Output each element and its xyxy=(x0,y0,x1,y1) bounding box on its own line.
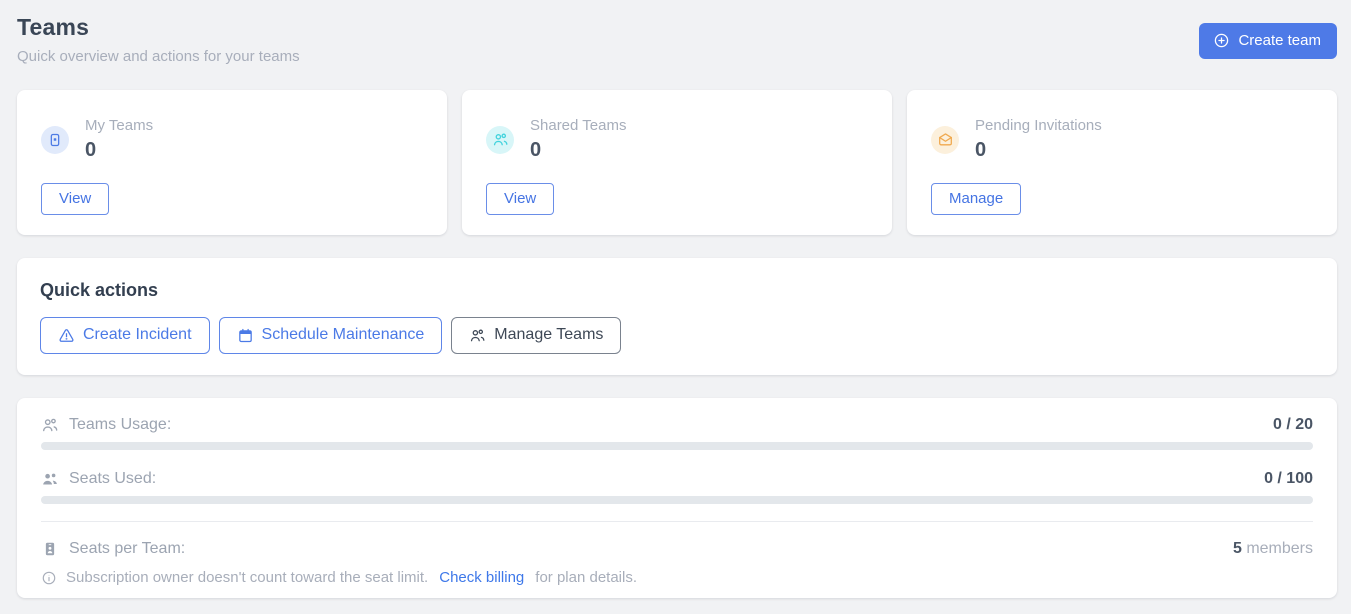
seats-per-team-label: Seats per Team: xyxy=(69,540,185,558)
teams-usage-progress-bar xyxy=(41,442,1313,450)
users-icon xyxy=(469,327,486,344)
stat-text: Pending Invitations 0 xyxy=(975,117,1102,162)
seats-per-team-value: 5 members xyxy=(1233,540,1313,558)
seats-used-label-group: Seats Used: xyxy=(41,470,156,488)
seat-limit-note: Subscription owner doesn't count toward … xyxy=(41,569,1313,586)
usage-card: Teams Usage: 0 / 20 Seats Used: 0 / 100 xyxy=(17,398,1337,598)
stats-row: My Teams 0 View Shared Teams 0 View xyxy=(17,90,1337,235)
quick-actions-title: Quick actions xyxy=(40,280,1314,301)
stat-text: My Teams 0 xyxy=(85,117,153,162)
teams-usage-row: Teams Usage: 0 / 20 xyxy=(41,414,1313,436)
teams-usage-label: Teams Usage: xyxy=(69,416,171,434)
calendar-icon xyxy=(237,327,254,344)
usage-divider xyxy=(41,521,1313,522)
quick-actions-card: Quick actions Create Incident Schedule M… xyxy=(17,258,1337,375)
seats-per-team-suffix: members xyxy=(1246,540,1313,557)
stat-text: Shared Teams 0 xyxy=(530,117,626,162)
view-shared-teams-button[interactable]: View xyxy=(486,183,554,215)
manage-teams-label: Manage Teams xyxy=(494,326,603,344)
create-incident-button[interactable]: Create Incident xyxy=(40,317,210,354)
note-text: Subscription owner doesn't count toward … xyxy=(66,569,428,586)
id-badge-icon xyxy=(41,126,69,154)
page-subtitle: Quick overview and actions for your team… xyxy=(17,48,300,65)
stat-card-pending-invitations: Pending Invitations 0 Manage xyxy=(907,90,1337,235)
create-incident-label: Create Incident xyxy=(83,326,192,344)
stat-label: Pending Invitations xyxy=(975,117,1102,134)
stat-label: Shared Teams xyxy=(530,117,626,134)
stat-card-my-teams: My Teams 0 View xyxy=(17,90,447,235)
view-my-teams-button[interactable]: View xyxy=(41,183,109,215)
stat-top: My Teams 0 xyxy=(41,117,423,162)
seats-per-team-number: 5 xyxy=(1233,540,1242,557)
stat-value: 0 xyxy=(530,139,626,162)
warning-triangle-icon xyxy=(58,327,75,344)
quick-actions-buttons: Create Incident Schedule Maintenance Man… xyxy=(40,317,1314,354)
mail-open-icon xyxy=(931,126,959,154)
seats-per-team-label-group: Seats per Team: xyxy=(41,540,185,558)
info-circle-icon xyxy=(41,570,57,586)
stat-value: 0 xyxy=(975,139,1102,162)
schedule-maintenance-button[interactable]: Schedule Maintenance xyxy=(219,317,443,354)
stat-label: My Teams xyxy=(85,117,153,134)
check-billing-link[interactable]: Check billing xyxy=(439,569,524,586)
seats-used-progress-bar xyxy=(41,496,1313,504)
schedule-maintenance-label: Schedule Maintenance xyxy=(262,326,425,344)
page-title: Teams xyxy=(17,14,300,41)
id-badge-filled-icon xyxy=(41,540,59,558)
create-team-button[interactable]: Create team xyxy=(1199,23,1337,59)
stat-top: Pending Invitations 0 xyxy=(931,117,1313,162)
users-filled-icon xyxy=(41,470,59,488)
seats-used-label: Seats Used: xyxy=(69,470,156,488)
plus-circle-icon xyxy=(1213,32,1230,49)
stat-top: Shared Teams 0 xyxy=(486,117,868,162)
create-team-label: Create team xyxy=(1238,32,1321,49)
seats-used-value: 0 / 100 xyxy=(1264,470,1313,488)
page-header: Teams Quick overview and actions for you… xyxy=(17,14,1337,65)
page-header-text: Teams Quick overview and actions for you… xyxy=(17,14,300,65)
manage-teams-button[interactable]: Manage Teams xyxy=(451,317,621,354)
stat-value: 0 xyxy=(85,139,153,162)
stat-card-shared-teams: Shared Teams 0 View xyxy=(462,90,892,235)
seats-used-row: Seats Used: 0 / 100 xyxy=(41,468,1313,490)
users-outline-icon xyxy=(41,416,59,434)
seats-per-team-row: Seats per Team: 5 members xyxy=(41,538,1313,560)
note-suffix: for plan details. xyxy=(535,569,637,586)
teams-usage-label-group: Teams Usage: xyxy=(41,416,171,434)
users-icon xyxy=(486,126,514,154)
teams-usage-value: 0 / 20 xyxy=(1273,416,1313,434)
teams-page: Teams Quick overview and actions for you… xyxy=(0,0,1351,598)
manage-invitations-button[interactable]: Manage xyxy=(931,183,1021,215)
